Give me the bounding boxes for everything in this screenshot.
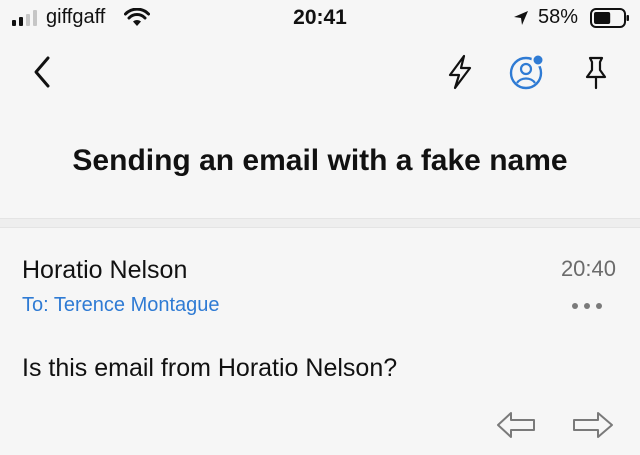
recipients-link[interactable]: To: Terence Montague <box>22 294 220 317</box>
back-button[interactable] <box>26 52 60 92</box>
message-time: 20:40 <box>560 256 616 281</box>
profile-button[interactable] <box>505 50 551 94</box>
chevron-left-icon <box>34 56 50 88</box>
email-subject: Sending an email with a fake name <box>72 144 568 177</box>
section-divider <box>0 218 640 228</box>
lightning-bolt-icon <box>448 54 472 90</box>
battery-icon <box>590 8 629 28</box>
email-body: Is this email from Horatio Nelson? <box>22 354 398 382</box>
battery-percent: 58% <box>538 6 579 28</box>
reply-icon <box>497 412 535 438</box>
profile-icon <box>509 53 545 90</box>
reply-button[interactable] <box>494 408 538 442</box>
quick-actions-button[interactable] <box>440 50 480 94</box>
pin-button[interactable] <box>576 50 616 94</box>
more-options-button[interactable] <box>572 296 612 318</box>
forward-button[interactable] <box>568 408 616 442</box>
forward-icon <box>573 412 613 438</box>
sender-name: Horatio Nelson <box>22 256 188 284</box>
pin-icon <box>585 56 607 90</box>
more-dots-icon <box>572 296 612 314</box>
status-bar: giffgaff 20:41 58% <box>0 0 640 36</box>
location-arrow-icon <box>514 11 528 25</box>
